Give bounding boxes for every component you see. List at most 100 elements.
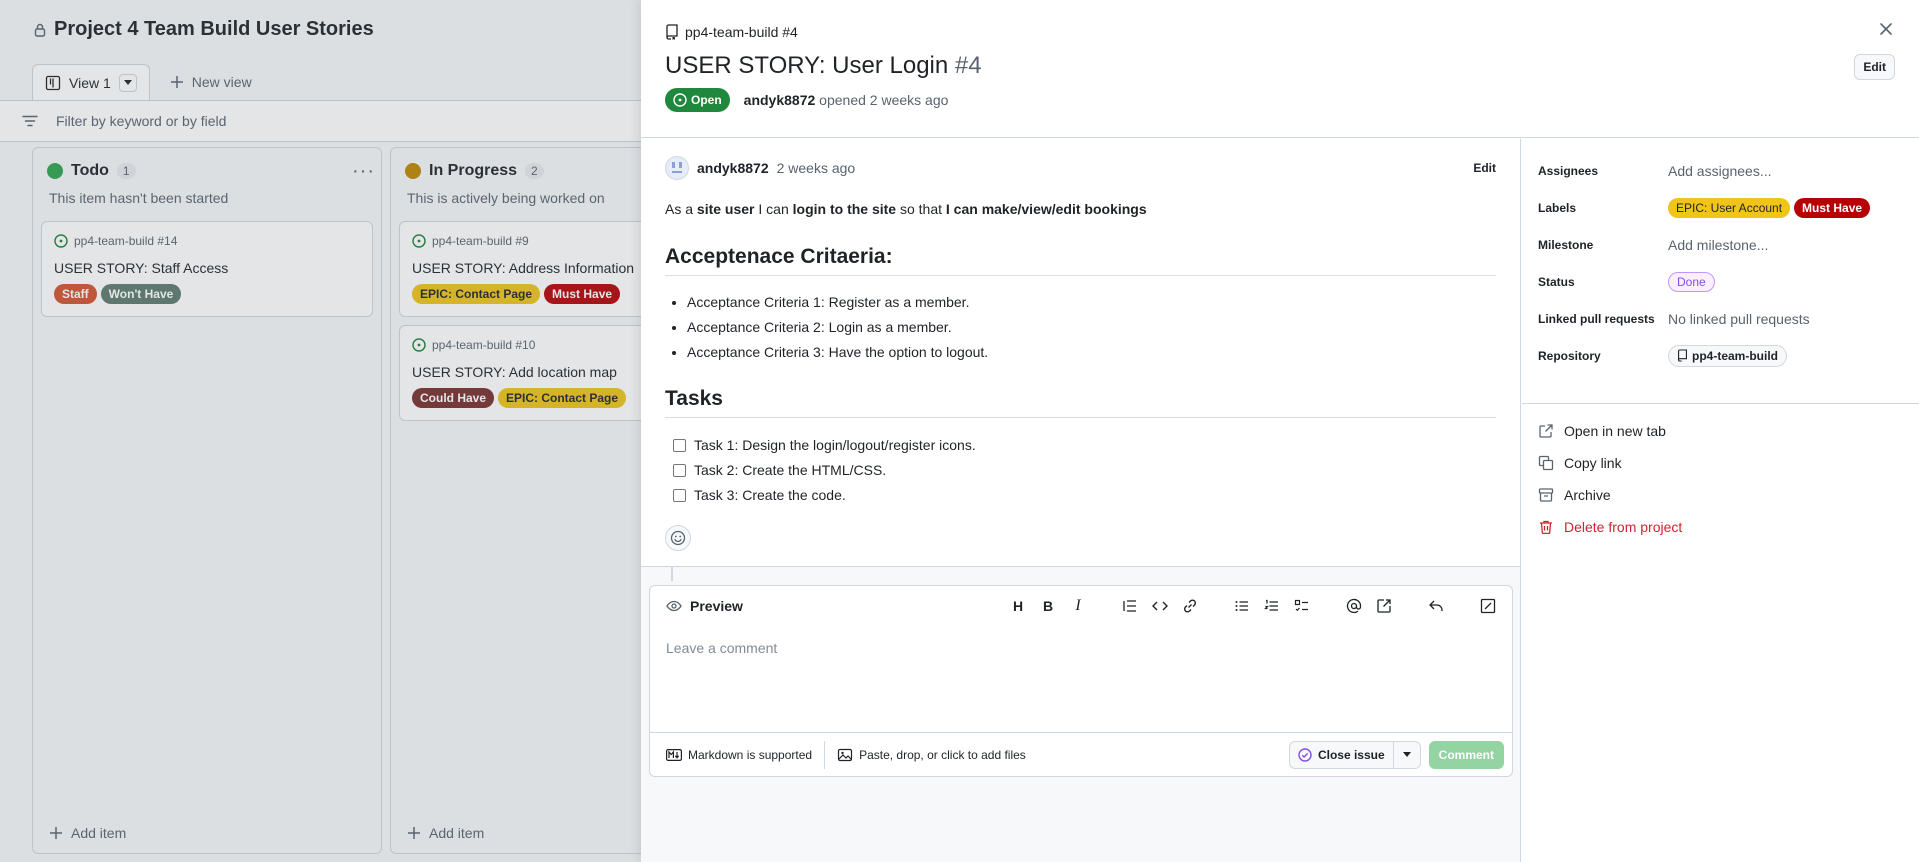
- card-ref: pp4-team-build #10: [412, 338, 535, 352]
- task-checkbox[interactable]: [673, 464, 686, 477]
- copy-link-button[interactable]: Copy link: [1538, 447, 1682, 479]
- mention-icon[interactable]: [1344, 596, 1364, 616]
- add-item-button[interactable]: Add item: [407, 825, 484, 841]
- criteria-heading: Acceptenace Critaeria:: [665, 245, 1496, 276]
- issue-repo-ref[interactable]: pp4-team-build #4: [665, 24, 798, 40]
- card-title[interactable]: USER STORY: Address Information: [412, 260, 634, 276]
- link-icon[interactable]: [1180, 596, 1200, 616]
- repo-icon: [665, 24, 679, 40]
- issue-main: andyk8872 2 weeks ago Edit As a site use…: [641, 139, 1521, 862]
- milestone-value[interactable]: Add milestone...: [1668, 237, 1768, 253]
- ordered-list-icon[interactable]: [1262, 596, 1282, 616]
- bold-icon[interactable]: B: [1038, 596, 1058, 616]
- markdown-note[interactable]: Markdown is supported: [666, 740, 826, 769]
- reply-icon[interactable]: [1426, 596, 1446, 616]
- repository-name: pp4-team-build: [1692, 348, 1778, 363]
- tab-view-1[interactable]: View 1: [32, 64, 150, 100]
- status-row[interactable]: Status Done: [1538, 263, 1908, 300]
- column-title: Todo: [71, 162, 109, 179]
- label-badge: Staff: [54, 284, 97, 304]
- linked-prs-row[interactable]: Linked pull requests No linked pull requ…: [1538, 300, 1908, 337]
- avatar[interactable]: [665, 156, 689, 180]
- card-title[interactable]: USER STORY: Add location map: [412, 364, 617, 380]
- composer-footer: Markdown is supported Paste, drop, or cl…: [650, 732, 1512, 776]
- new-view-button[interactable]: New view: [158, 64, 264, 100]
- task-label: Task 2: Create the HTML/CSS.: [694, 462, 887, 478]
- comment-textarea[interactable]: [658, 634, 1504, 722]
- label-badge: EPIC: Contact Page: [412, 284, 541, 304]
- fullscreen-edit-icon[interactable]: [1478, 596, 1498, 616]
- open-in-new-tab-button[interactable]: Open in new tab: [1538, 415, 1682, 447]
- body-text-part: As a: [665, 201, 697, 217]
- heading-icon[interactable]: H: [1008, 596, 1028, 616]
- close-issue-button[interactable]: Close issue: [1290, 741, 1394, 768]
- divider: [1522, 403, 1919, 404]
- labels-label: Labels: [1538, 200, 1577, 215]
- archive-button[interactable]: Archive: [1538, 479, 1682, 511]
- card-item[interactable]: pp4-team-build #14 USER STORY: Staff Acc…: [41, 221, 373, 317]
- issue-open-icon: [412, 338, 426, 352]
- column-description: This is actively being worked on: [407, 190, 605, 206]
- italic-icon[interactable]: I: [1068, 596, 1088, 616]
- markdown-note-label: Markdown is supported: [688, 747, 813, 762]
- preview-tab[interactable]: Preview: [666, 598, 743, 614]
- repo-icon: [1677, 349, 1688, 362]
- board-view-icon: [45, 75, 61, 91]
- close-icon[interactable]: [1879, 22, 1893, 36]
- delete-from-project-button[interactable]: Delete from project: [1538, 511, 1682, 543]
- task-checkbox[interactable]: [673, 439, 686, 452]
- assignees-row[interactable]: Assignees Add assignees...: [1538, 152, 1908, 189]
- status-badge[interactable]: Done: [1668, 271, 1715, 292]
- issue-repo-ref-text: pp4-team-build #4: [685, 24, 798, 40]
- code-icon[interactable]: [1150, 596, 1170, 616]
- issue-side-panel: pp4-team-build #4 USER STORY: User Login…: [641, 0, 1919, 862]
- more-options-icon[interactable]: ···: [352, 160, 375, 183]
- task-list-icon[interactable]: [1292, 596, 1312, 616]
- project-title-wrap: Project 4 Team Build User Stories: [32, 18, 374, 41]
- labels-row[interactable]: Labels EPIC: User Account Must Have: [1538, 189, 1908, 226]
- task-checkbox[interactable]: [673, 489, 686, 502]
- chevron-down-icon[interactable]: [1394, 742, 1420, 768]
- edit-comment-button[interactable]: Edit: [1473, 161, 1496, 175]
- issue-meta: andyk8872 opened 2 weeks ago: [744, 92, 949, 108]
- list-item: Acceptance Criteria 1: Register as a mem…: [687, 290, 988, 315]
- edit-title-button[interactable]: Edit: [1854, 54, 1895, 80]
- tab-view-1-label: View 1: [69, 74, 111, 91]
- project-title: Project 4 Team Build User Stories: [54, 18, 374, 40]
- issue-sidebar: Assignees Add assignees... Labels EPIC: …: [1522, 139, 1919, 862]
- composer-toolbar-row: Preview H B I: [650, 586, 1512, 626]
- quote-icon[interactable]: [1120, 596, 1140, 616]
- issue-author-link[interactable]: andyk8872: [744, 92, 816, 108]
- label-badge: Could Have: [412, 388, 495, 408]
- image-icon: [837, 747, 853, 763]
- issue-closed-icon: [1298, 747, 1312, 762]
- copy-icon: [1538, 455, 1554, 471]
- linked-prs-value[interactable]: No linked pull requests: [1668, 311, 1810, 327]
- body-text-part: I can: [754, 201, 793, 217]
- attach-files[interactable]: Paste, drop, or click to add files: [825, 747, 1026, 763]
- comment-body-text: As a site user I can login to the site s…: [665, 201, 1147, 217]
- plus-icon: [407, 826, 421, 840]
- comment-author-link[interactable]: andyk8872: [697, 160, 769, 176]
- repository-pill[interactable]: pp4-team-build: [1668, 344, 1787, 367]
- view-options-caret-icon[interactable]: [118, 73, 137, 92]
- unordered-list-icon[interactable]: [1232, 596, 1252, 616]
- card-title[interactable]: USER STORY: Staff Access: [54, 260, 228, 276]
- comment-timestamp[interactable]: 2 weeks ago: [777, 160, 856, 176]
- repository-row[interactable]: Repository pp4-team-build: [1538, 337, 1908, 374]
- list-item: Acceptance Criteria 3: Have the option t…: [687, 340, 988, 365]
- issue-body-comment: andyk8872 2 weeks ago Edit As a site use…: [641, 139, 1520, 567]
- add-item-button[interactable]: Add item: [49, 825, 126, 841]
- milestone-row[interactable]: Milestone Add milestone...: [1538, 226, 1908, 263]
- comment-button[interactable]: Comment: [1428, 740, 1504, 769]
- add-reaction-smiley-icon[interactable]: [665, 525, 691, 551]
- lock-icon: [32, 22, 48, 38]
- cross-reference-icon[interactable]: [1374, 596, 1394, 616]
- comment-composer: Preview H B I Leave a comment Markdown i…: [649, 585, 1513, 777]
- assignees-value[interactable]: Add assignees...: [1668, 163, 1772, 179]
- label-badge[interactable]: Must Have: [1794, 197, 1871, 218]
- preview-tab-label: Preview: [690, 598, 743, 614]
- task-item: Task 2: Create the HTML/CSS.: [673, 458, 976, 483]
- label-badge[interactable]: EPIC: User Account: [1668, 197, 1791, 218]
- external-link-icon: [1538, 423, 1554, 439]
